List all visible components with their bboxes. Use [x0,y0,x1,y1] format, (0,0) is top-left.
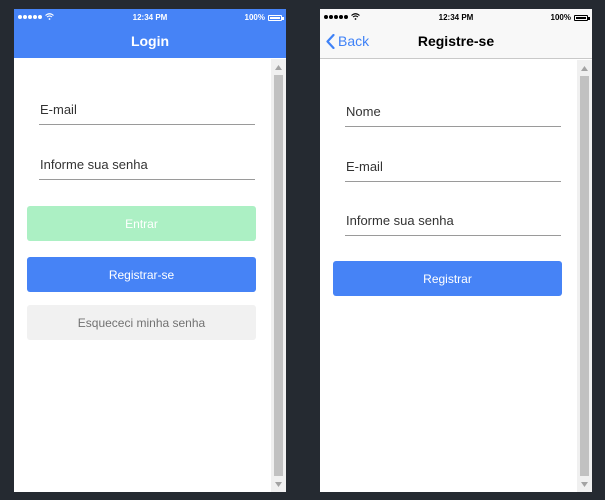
status-bar: 12:34 PM 100% [14,9,286,25]
login-header: 12:34 PM 100% Login [14,9,286,58]
page-title: Login [130,33,170,49]
battery-percent: 100% [244,13,265,22]
register-button[interactable]: Registrar-se [27,257,256,292]
status-right: 100% [550,13,590,22]
login-form: Entrar Registrar-se Esquececi minha senh… [14,59,286,492]
scroll-up-arrow-icon[interactable] [271,61,286,73]
password-field[interactable] [345,206,563,236]
forgot-password-button[interactable]: Esquececi minha senha [27,305,256,340]
page-title: Registre-se [417,33,495,49]
login-screen: 12:34 PM 100% Login Entrar Registrar-se … [14,9,286,492]
password-input[interactable] [345,206,563,235]
status-bar: 12:34 PM 100% [320,9,592,25]
scrollbar[interactable] [577,60,592,492]
scroll-thumb[interactable] [274,75,283,476]
enter-button[interactable]: Entrar [27,206,256,241]
register-header: 12:34 PM 100% Back Registre-se [320,9,592,59]
battery-icon [574,14,590,21]
scroll-down-arrow-icon[interactable] [271,478,286,490]
name-input[interactable] [345,97,563,126]
register-form: Registrar [320,59,592,492]
password-field[interactable] [39,150,257,180]
email-field[interactable] [39,95,257,125]
scroll-up-arrow-icon[interactable] [577,62,592,74]
scroll-thumb[interactable] [580,76,589,476]
email-field[interactable] [345,152,563,182]
register-submit-button[interactable]: Registrar [333,261,562,296]
status-right: 100% [244,13,284,22]
battery-icon [268,14,284,21]
name-field[interactable] [345,97,563,127]
scroll-down-arrow-icon[interactable] [577,478,592,490]
email-input[interactable] [39,95,257,124]
scrollbar[interactable] [271,59,286,492]
password-input[interactable] [39,150,257,179]
battery-percent: 100% [550,13,571,22]
email-input[interactable] [345,152,563,181]
register-screen: 12:34 PM 100% Back Registre-se Registrar [320,9,592,492]
